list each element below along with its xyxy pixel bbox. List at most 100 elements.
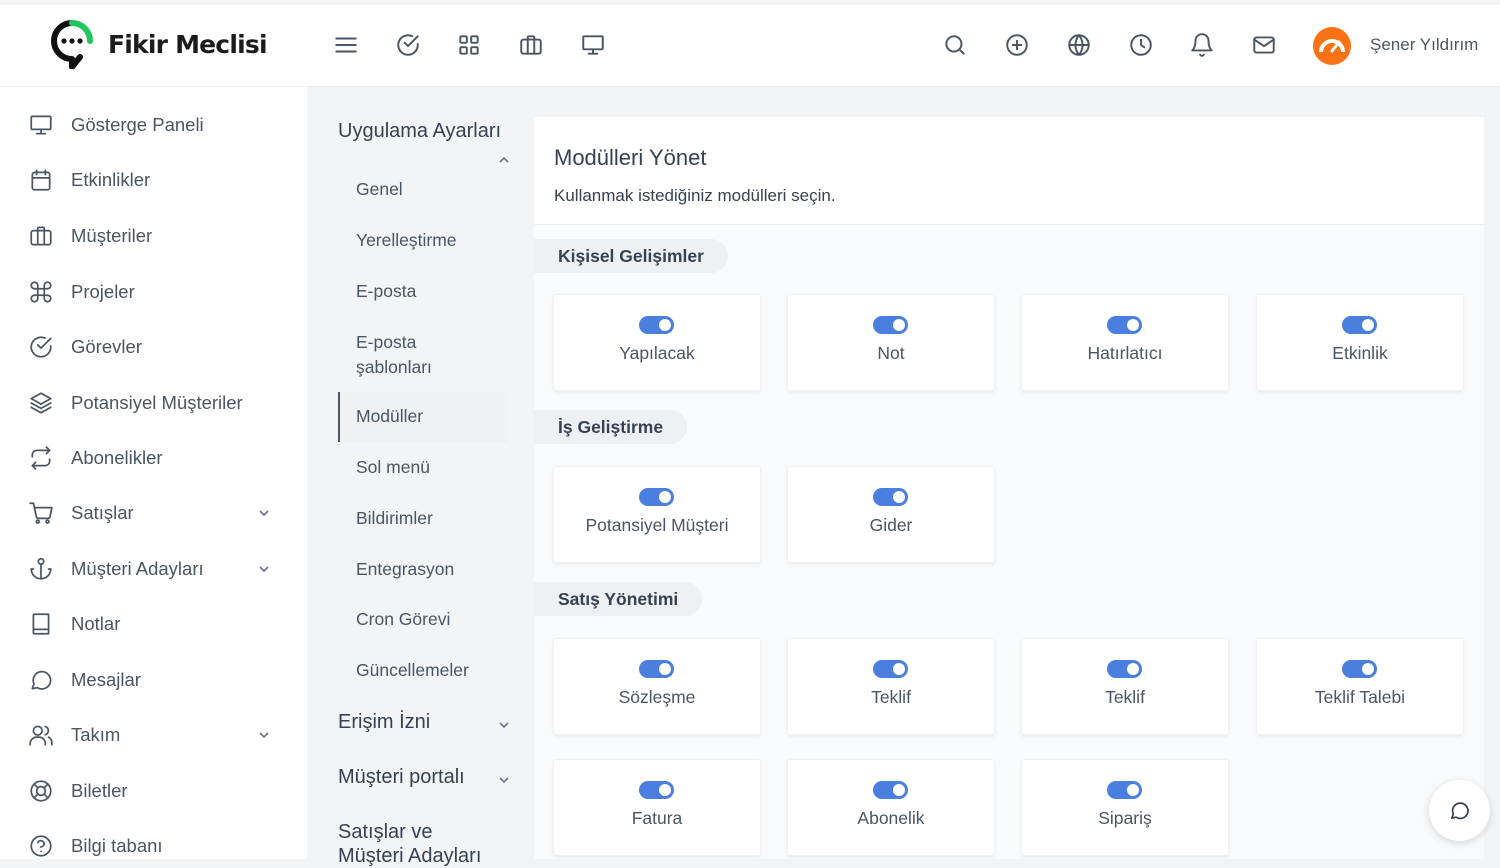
chevron-down-icon[interactable] bbox=[258, 728, 270, 740]
settings-item-email[interactable]: E-posta bbox=[356, 279, 516, 304]
briefcase-icon[interactable] bbox=[518, 32, 544, 58]
module-card: Fatura bbox=[553, 759, 761, 856]
sidebar-item-label: Bilgi tabanı bbox=[71, 835, 163, 856]
module-card: Teklif bbox=[787, 638, 995, 735]
module-card: Potansiyel Müşteri bbox=[553, 466, 761, 563]
sidebar-item-label: Müşteri Adayları bbox=[71, 558, 204, 579]
settings-item-cron-job[interactable]: Cron Görevi bbox=[356, 607, 516, 632]
module-card: Yapılacak bbox=[553, 294, 761, 391]
sidebar-item-notes[interactable]: Notlar bbox=[28, 609, 278, 639]
repeat-icon bbox=[28, 445, 54, 471]
sidebar-item-projects[interactable]: Projeler bbox=[28, 277, 278, 307]
sidebar-item-prospects[interactable]: Müşteri Adayları bbox=[28, 554, 278, 584]
module-label: Not bbox=[877, 343, 905, 363]
module-card: Etkinlik bbox=[1256, 294, 1464, 391]
settings-item-notifications[interactable]: Bildirimler bbox=[356, 506, 516, 531]
module-toggle[interactable] bbox=[639, 488, 674, 506]
module-toggle[interactable] bbox=[1107, 660, 1142, 678]
chevron-down-icon[interactable] bbox=[258, 506, 270, 518]
settings-item-modules[interactable]: Modüller bbox=[356, 404, 516, 429]
module-toggle[interactable] bbox=[1107, 781, 1142, 799]
app-logo[interactable]: Fikir Meclisi bbox=[50, 19, 268, 70]
sidebar-item-clients[interactable]: Müşteriler bbox=[28, 221, 278, 251]
settings-item-localization[interactable]: Yerelleştirme bbox=[356, 228, 516, 253]
avatar[interactable] bbox=[1313, 27, 1351, 65]
globe-icon[interactable] bbox=[1066, 32, 1092, 58]
user-name[interactable]: Şener Yıldırım bbox=[1370, 35, 1478, 55]
sidebar-item-label: Gösterge Paneli bbox=[71, 114, 204, 135]
sidebar-item-tasks[interactable]: Görevler bbox=[28, 332, 278, 362]
settings-group-client-portal[interactable]: Müşteri portalı bbox=[338, 766, 465, 789]
sidebar-item-label: Potansiyel Müşteriler bbox=[71, 392, 243, 413]
sidebar-item-label: Mesajlar bbox=[71, 669, 141, 690]
module-card: Abonelik bbox=[787, 759, 995, 856]
sidebar-item-events[interactable]: Etkinlikler bbox=[28, 165, 278, 195]
module-toggle[interactable] bbox=[639, 316, 674, 334]
settings-item-email-templates[interactable]: E-posta şablonları bbox=[356, 330, 476, 380]
monitor-icon bbox=[28, 112, 54, 138]
section-title: Satış Yönetimi bbox=[534, 582, 703, 616]
module-label: Etkinlik bbox=[1332, 343, 1388, 363]
grid-icon[interactable] bbox=[456, 32, 482, 58]
lifebuoy-icon bbox=[28, 778, 54, 804]
sidebar-item-label: Biletler bbox=[71, 780, 128, 801]
sidebar-item-sales[interactable]: Satışlar bbox=[28, 498, 278, 528]
chevron-down-icon[interactable] bbox=[498, 718, 510, 730]
sidebar-item-dashboard[interactable]: Gösterge Paneli bbox=[28, 110, 278, 140]
module-toggle[interactable] bbox=[1342, 316, 1377, 334]
settings-item-updates[interactable]: Güncellemeler bbox=[356, 658, 516, 683]
plus-circle-icon[interactable] bbox=[1004, 32, 1030, 58]
settings-group-sales-leads[interactable]: Satışlar ve Müşteri Adayları bbox=[338, 820, 503, 868]
module-toggle[interactable] bbox=[873, 488, 908, 506]
layers-icon bbox=[28, 390, 54, 416]
bell-icon[interactable] bbox=[1189, 32, 1215, 58]
module-toggle[interactable] bbox=[639, 660, 674, 678]
message-icon bbox=[28, 667, 54, 693]
section-title: Kişisel Gelişimler bbox=[534, 239, 728, 273]
module-label: Sipariş bbox=[1098, 808, 1152, 828]
sidebar-item-label: Notlar bbox=[71, 613, 121, 634]
sidebar-item-label: Etkinlikler bbox=[71, 169, 151, 190]
settings-group-app[interactable]: Uygulama Ayarları bbox=[338, 120, 501, 143]
sidebar-item-tickets[interactable]: Biletler bbox=[28, 776, 278, 806]
chat-button[interactable] bbox=[1429, 780, 1490, 841]
module-toggle[interactable] bbox=[873, 316, 908, 334]
check-circle-icon[interactable] bbox=[395, 32, 421, 58]
chevron-down-icon[interactable] bbox=[258, 562, 270, 574]
module-toggle[interactable] bbox=[639, 781, 674, 799]
settings-item-general[interactable]: Genel bbox=[356, 177, 516, 202]
modules-panel: Modülleri Yönet Kullanmak istediğiniz mo… bbox=[534, 117, 1484, 859]
sidebar-item-label: Görevler bbox=[71, 336, 142, 357]
cart-icon bbox=[28, 500, 54, 526]
sidebar-item-leads[interactable]: Potansiyel Müşteriler bbox=[28, 388, 278, 418]
logo-icon bbox=[50, 19, 94, 70]
settings-item-left-menu[interactable]: Sol menü bbox=[356, 455, 516, 480]
module-toggle[interactable] bbox=[1342, 660, 1377, 678]
module-card: Hatırlatıcı bbox=[1021, 294, 1229, 391]
chevron-up-icon[interactable] bbox=[498, 153, 510, 165]
sidebar-item-label: Satışlar bbox=[71, 502, 134, 523]
module-toggle[interactable] bbox=[873, 781, 908, 799]
module-label: Fatura bbox=[631, 808, 683, 828]
top-bar: Fikir Meclisi Şener Yıldırım bbox=[0, 5, 1500, 87]
settings-item-integration[interactable]: Entegrasyon bbox=[356, 557, 516, 582]
search-icon[interactable] bbox=[942, 32, 968, 58]
chevron-down-icon[interactable] bbox=[498, 773, 510, 785]
module-toggle[interactable] bbox=[1107, 316, 1142, 334]
module-toggle[interactable] bbox=[873, 660, 908, 678]
menu-icon[interactable] bbox=[333, 32, 359, 58]
sidebar-item-subscriptions[interactable]: Abonelikler bbox=[28, 443, 278, 473]
module-label: Teklif bbox=[871, 687, 911, 707]
sidebar-item-label: Projeler bbox=[71, 281, 135, 302]
sidebar-item-team[interactable]: Takım bbox=[28, 720, 278, 750]
settings-group-access[interactable]: Erişim İzni bbox=[338, 711, 430, 734]
sidebar-item-label: Müşteriler bbox=[71, 225, 153, 246]
clock-icon[interactable] bbox=[1128, 32, 1154, 58]
book-icon bbox=[28, 611, 54, 637]
mail-icon[interactable] bbox=[1251, 32, 1277, 58]
sidebar-item-knowledge-base[interactable]: Bilgi tabanı bbox=[28, 831, 278, 861]
sidebar-item-messages[interactable]: Mesajlar bbox=[28, 665, 278, 695]
monitor-icon[interactable] bbox=[580, 32, 606, 58]
module-label: Potansiyel Müşteri bbox=[585, 515, 729, 535]
module-label: Hatırlatıcı bbox=[1087, 343, 1163, 363]
